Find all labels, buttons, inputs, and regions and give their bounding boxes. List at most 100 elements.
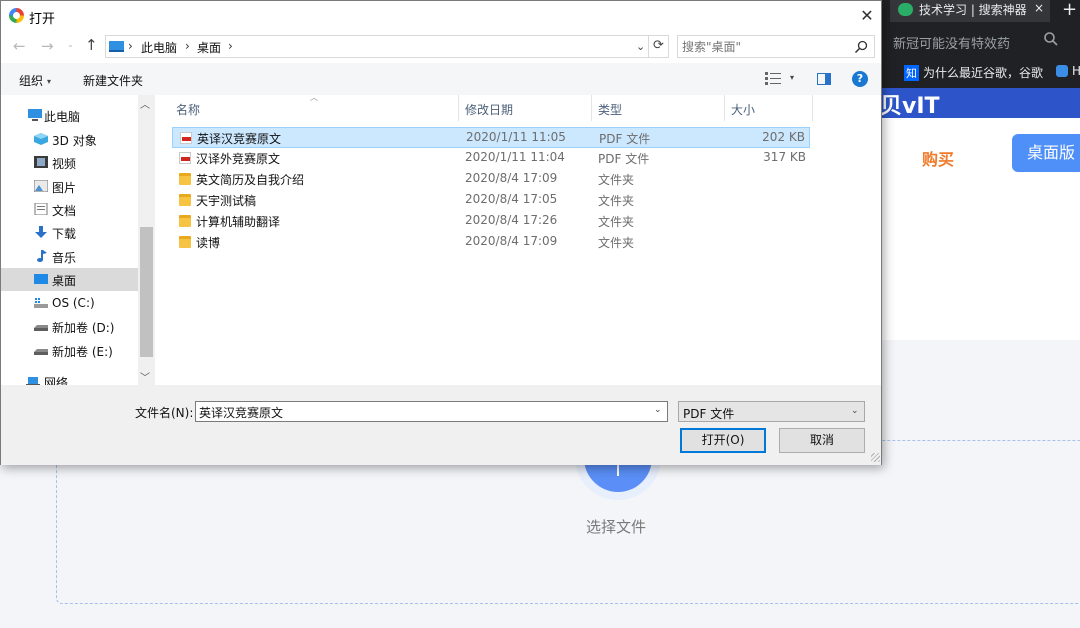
desktop-version-button[interactable]: 桌面版 [1012, 134, 1080, 172]
nav-label: 视频 [52, 157, 77, 171]
view-options-caret-icon[interactable]: ▾ [790, 73, 794, 82]
file-row[interactable]: 英文简历及自我介绍 2020/8/4 17:09 文件夹 [172, 169, 810, 190]
file-type-select[interactable]: PDF 文件 ⌄ [678, 401, 865, 422]
column-header-date[interactable]: 修改日期 [465, 95, 513, 121]
refresh-icon[interactable]: ⟳ [649, 35, 669, 58]
file-type: 文件夹 [598, 215, 635, 229]
nav-label: 文档 [52, 204, 77, 218]
content-card [880, 190, 1080, 340]
folder-icon [179, 194, 191, 206]
file-name: 汉译外竞赛原文 [196, 152, 281, 166]
site-banner: 贝vIT [880, 88, 1080, 118]
nav-item-music[interactable]: 音乐 [1, 245, 138, 268]
omnibox-text[interactable]: 新冠可能没有特效药 [893, 33, 1010, 52]
breadcrumb-separator[interactable]: › [185, 39, 190, 53]
omnibox-search-icon[interactable] [1043, 31, 1059, 47]
nav-item-downloads[interactable]: 下载 [1, 221, 138, 244]
breadcrumb-this-pc[interactable]: 此电脑 [141, 39, 177, 56]
forward-arrow-icon[interactable]: → [41, 37, 54, 55]
file-date: 2020/8/4 17:09 [465, 171, 558, 185]
organize-button[interactable]: 组织 ▾ [19, 72, 51, 89]
breadcrumb-separator[interactable]: › [128, 39, 133, 53]
preview-pane-icon[interactable] [817, 73, 831, 85]
column-header-type[interactable]: 类型 [598, 95, 622, 121]
network-icon [26, 377, 40, 385]
column-header-name[interactable]: 名称 [176, 95, 200, 121]
nav-label: 网络 [44, 376, 69, 385]
open-button[interactable]: 打开(O) [680, 428, 766, 453]
bookmark-truncated-label: H [1072, 64, 1080, 78]
music-icon [37, 250, 47, 262]
search-icon[interactable] [854, 40, 868, 54]
search-box[interactable] [677, 35, 875, 58]
search-input[interactable] [682, 39, 842, 55]
bookmark-truncated[interactable]: H [1056, 64, 1080, 78]
nav-item-drive-c[interactable]: OS (C:) [1, 292, 138, 315]
sort-ascending-icon: ︿ [310, 93, 318, 102]
browser-tab[interactable]: 技术学习 | 搜索神器 [890, 0, 1050, 22]
file-row[interactable]: 汉译外竞赛原文 2020/1/11 11:04 PDF 文件 317 KB [172, 148, 810, 169]
this-pc-icon [28, 109, 42, 121]
upload-label[interactable]: 选择文件 [586, 516, 646, 537]
nav-item-videos[interactable]: 视频 [1, 151, 138, 174]
column-divider[interactable] [812, 95, 813, 121]
help-icon[interactable]: ? [852, 71, 868, 87]
filename-combobox[interactable]: ⌄ [195, 401, 668, 422]
file-type: 文件夹 [598, 194, 635, 208]
buy-link[interactable]: 购买 [922, 146, 954, 170]
nav-item-drive-e[interactable]: 新加卷 (E:) [1, 339, 138, 362]
breadcrumb-desktop[interactable]: 桌面 [197, 39, 221, 56]
site-banner-text: 贝vIT [880, 94, 940, 118]
nav-pane-scrollbar[interactable]: ︿ ﹀ [138, 95, 155, 385]
filename-dropdown-chevron-icon[interactable]: ⌄ [654, 405, 662, 415]
nav-label: 新加卷 (D:) [52, 321, 115, 335]
filename-input[interactable] [199, 404, 639, 420]
recent-locations-chevron-icon[interactable]: ⌄ [67, 40, 74, 49]
file-row[interactable]: 读博 2020/8/4 17:09 文件夹 [172, 232, 810, 253]
file-row[interactable]: 计算机辅助翻译 2020/8/4 17:26 文件夹 [172, 211, 810, 232]
pdf-file-icon [180, 132, 192, 144]
breadcrumb-separator[interactable]: › [228, 39, 233, 53]
file-row[interactable]: 英译汉竞赛原文 2020/1/11 11:05 PDF 文件 202 KB [172, 127, 810, 148]
nav-item-3d-objects[interactable]: 3D 对象 [1, 128, 138, 151]
nav-item-network[interactable]: 网络 [1, 370, 138, 385]
command-bar: 组织 ▾ 新建文件夹 ▾ ? [1, 63, 881, 95]
address-bar[interactable]: › 此电脑 › 桌面 › ⌄ [105, 35, 649, 58]
file-size: 317 KB [763, 150, 806, 164]
scroll-up-icon[interactable]: ︿ [140, 96, 150, 111]
file-type: PDF 文件 [598, 152, 650, 166]
file-type-chevron-icon: ⌄ [851, 406, 859, 416]
nav-label: 音乐 [52, 251, 77, 265]
dialog-titlebar[interactable]: 打开 ✕ [1, 1, 881, 31]
scroll-down-icon[interactable]: ﹀ [140, 369, 150, 384]
view-options-icon[interactable] [765, 72, 781, 85]
nav-item-desktop[interactable]: 桌面 [1, 268, 138, 291]
back-arrow-icon[interactable]: ← [13, 37, 26, 55]
new-folder-button[interactable]: 新建文件夹 [83, 72, 143, 89]
browser-tab-close-icon[interactable]: × [1034, 1, 1044, 15]
navigation-pane: 此电脑 3D 对象 视频 图片 文档 下载 音乐 桌面 OS (C:) 新加卷 … [1, 95, 155, 385]
nav-item-pictures[interactable]: 图片 [1, 175, 138, 198]
bookmark-zhihu[interactable]: 知为什么最近谷歌，谷歌 [904, 64, 1043, 81]
resize-grip-icon[interactable] [871, 453, 880, 462]
scrollbar-thumb[interactable] [140, 227, 153, 357]
file-date: 2020/8/4 17:26 [465, 213, 558, 227]
file-name: 英文简历及自我介绍 [196, 173, 305, 187]
column-divider[interactable] [458, 95, 459, 121]
downloads-icon [35, 226, 47, 238]
new-tab-button[interactable]: + [1062, 0, 1077, 20]
file-date: 2020/1/11 11:05 [466, 130, 566, 144]
nav-item-documents[interactable]: 文档 [1, 198, 138, 221]
nav-item-drive-d[interactable]: 新加卷 (D:) [1, 315, 138, 338]
file-row[interactable]: 天宇测试稿 2020/8/4 17:05 文件夹 [172, 190, 810, 211]
drive-icon [34, 325, 48, 331]
address-dropdown-chevron-icon[interactable]: ⌄ [636, 40, 645, 53]
cancel-button[interactable]: 取消 [779, 428, 865, 453]
column-divider[interactable] [591, 95, 592, 121]
folder-icon [179, 236, 191, 248]
column-divider[interactable] [724, 95, 725, 121]
close-button[interactable]: ✕ [853, 4, 881, 28]
column-header-size[interactable]: 大小 [731, 95, 755, 121]
up-arrow-icon[interactable]: ↑ [85, 36, 98, 54]
nav-item-this-pc[interactable]: 此电脑 [1, 104, 138, 127]
